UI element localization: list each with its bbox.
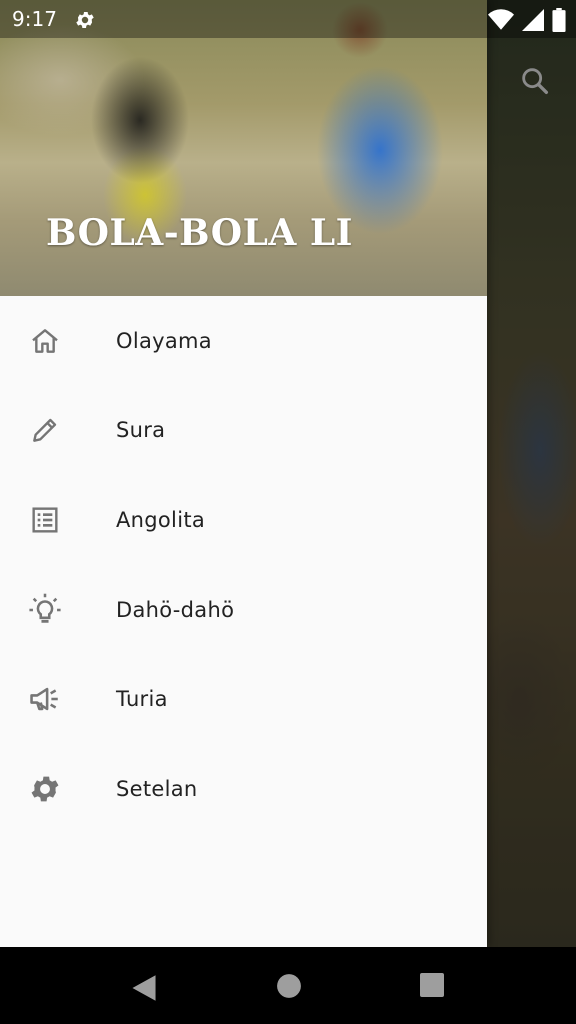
menu-item-olayama[interactable]: Olayama bbox=[0, 296, 487, 386]
status-time: 9:17 bbox=[12, 7, 57, 31]
gear-icon bbox=[28, 772, 62, 806]
home-icon bbox=[28, 324, 62, 358]
menu-item-label: Dahö-dahö bbox=[116, 597, 235, 622]
lightbulb-icon bbox=[28, 593, 62, 627]
pencil-icon bbox=[28, 413, 62, 447]
menu-item-label: Angolita bbox=[116, 507, 206, 532]
menu-item-sura[interactable]: Sura bbox=[0, 386, 487, 476]
menu-item-label: Setelan bbox=[116, 776, 198, 801]
search-button[interactable] bbox=[518, 64, 558, 104]
megaphone-icon bbox=[28, 682, 62, 716]
home-nav-icon[interactable] bbox=[276, 973, 302, 999]
recent-apps-icon[interactable] bbox=[420, 973, 444, 997]
menu-item-angolita[interactable]: Angolita bbox=[0, 475, 487, 565]
battery-icon bbox=[552, 8, 566, 32]
back-icon[interactable] bbox=[130, 973, 158, 1003]
status-icons bbox=[488, 8, 566, 32]
menu-item-label: Olayama bbox=[116, 328, 212, 353]
drawer-menu: Olayama Sura Angolita Dahö-dahö Turia Se… bbox=[0, 296, 487, 834]
settings-notification-icon bbox=[76, 12, 94, 28]
menu-item-setelan[interactable]: Setelan bbox=[0, 744, 487, 834]
wifi-icon bbox=[488, 9, 514, 30]
search-icon bbox=[522, 68, 549, 95]
cell-signal-icon bbox=[522, 9, 544, 31]
drawer-header-image: BOLA-BOLA LI bbox=[0, 0, 487, 296]
app-title: BOLA-BOLA LI bbox=[46, 212, 354, 254]
menu-item-daho-daho[interactable]: Dahö-dahö bbox=[0, 565, 487, 655]
menu-item-turia[interactable]: Turia bbox=[0, 654, 487, 744]
menu-item-label: Turia bbox=[116, 687, 168, 712]
navigation-drawer: BOLA-BOLA LI Olayama Sura Angolita Dahö-… bbox=[0, 0, 487, 947]
status-bar: 9:17 bbox=[0, 0, 576, 38]
system-nav-bar bbox=[0, 947, 576, 1024]
menu-item-label: Sura bbox=[116, 418, 166, 443]
list-icon bbox=[28, 503, 62, 537]
